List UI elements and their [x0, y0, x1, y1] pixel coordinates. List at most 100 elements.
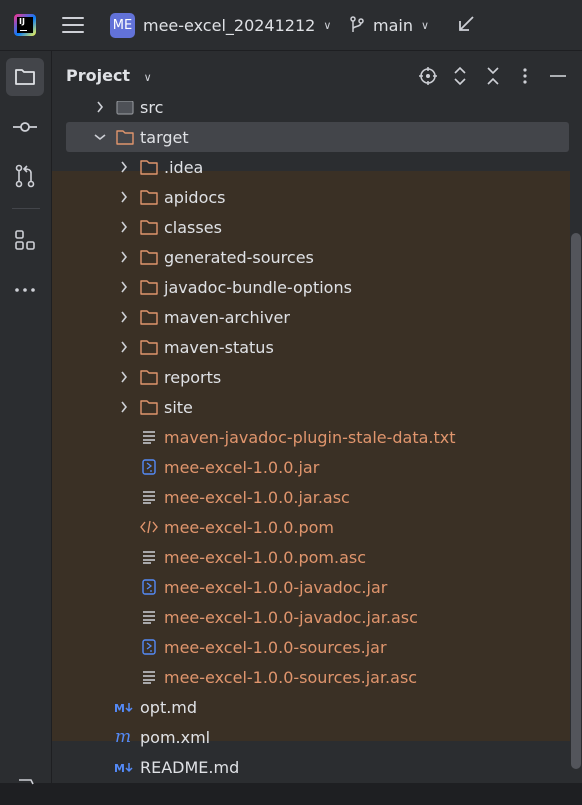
tree-row-file[interactable]: M opt.md: [52, 692, 570, 722]
branch-name: main: [373, 15, 413, 35]
chevron-right-icon[interactable]: [117, 400, 131, 414]
structure-tool-button[interactable]: [6, 221, 44, 259]
tree-row-folder[interactable]: site: [52, 392, 570, 422]
project-panel: Project ∨ src target .idea apidocs class…: [52, 51, 582, 783]
project-switcher[interactable]: mee-excel_20241212 ∨: [143, 15, 331, 35]
tree-row-file[interactable]: maven-javadoc-plugin-stale-data.txt: [52, 422, 570, 452]
tree-label: mee-excel-1.0.0-javadoc.jar: [164, 577, 388, 597]
chevron-right-icon[interactable]: [93, 101, 107, 114]
chevron-down-icon: ∨: [143, 71, 152, 84]
tree-label: mee-excel-1.0.0-sources.jar.asc: [164, 667, 418, 687]
main-menu-icon[interactable]: [62, 15, 84, 35]
branch-switcher[interactable]: main ∨: [349, 15, 429, 35]
chevron-right-icon[interactable]: [117, 280, 131, 294]
markdown-icon: M: [114, 699, 136, 715]
tree-row-file[interactable]: mee-excel-1.0.0-sources.jar: [52, 632, 570, 662]
text-file-icon: [140, 429, 158, 445]
excluded-folder-icon: [116, 129, 134, 145]
chevron-down-icon[interactable]: [93, 130, 107, 144]
text-file-icon: [140, 489, 158, 505]
project-tool-button[interactable]: [6, 58, 44, 96]
tree-label: maven-status: [164, 337, 274, 357]
tree-row-file[interactable]: mee-excel-1.0.0-sources.jar.asc: [52, 662, 570, 692]
tree-label: mee-excel-1.0.0.jar: [164, 457, 320, 477]
project-tree: src target .idea apidocs classes generat…: [52, 101, 582, 783]
tree-row-folder[interactable]: maven-archiver: [52, 302, 570, 332]
tree-label: generated-sources: [164, 247, 314, 267]
collapse-all-icon[interactable]: [483, 66, 503, 86]
tree-row-folder[interactable]: javadoc-bundle-options: [52, 272, 570, 302]
tree-label: apidocs: [164, 187, 226, 207]
chevron-right-icon[interactable]: [117, 160, 131, 174]
excluded-folder-icon: [140, 159, 158, 175]
xml-file-icon: [140, 519, 158, 535]
tree-row-folder[interactable]: maven-status: [52, 332, 570, 362]
markdown-icon: M: [114, 759, 136, 775]
toolstrip-divider: [12, 208, 40, 209]
title-bar: IJ ME mee-excel_20241212 ∨ main ∨: [0, 0, 582, 51]
tree-label: mee-excel-1.0.0-javadoc.jar.asc: [164, 607, 418, 627]
excluded-folder-icon: [140, 189, 158, 205]
expand-all-icon[interactable]: [450, 66, 470, 86]
pull-requests-tool-button[interactable]: [6, 157, 44, 195]
jar-file-icon: [140, 459, 158, 475]
tree-row-folder[interactable]: reports: [52, 362, 570, 392]
excluded-folder-icon: [140, 339, 158, 355]
chevron-right-icon[interactable]: [117, 340, 131, 354]
excluded-folder-icon: [140, 399, 158, 415]
tree-label: maven-javadoc-plugin-stale-data.txt: [164, 427, 456, 447]
text-file-icon: [140, 669, 158, 685]
excluded-folder-icon: [140, 369, 158, 385]
chevron-right-icon[interactable]: [117, 310, 131, 324]
chevron-down-icon: ∨: [420, 18, 430, 32]
tree-row-file[interactable]: mee-excel-1.0.0.jar.asc: [52, 482, 570, 512]
tree-row-folder[interactable]: apidocs: [52, 182, 570, 212]
tree-row-file[interactable]: m pom.xml: [52, 722, 570, 752]
tree-row-src[interactable]: src: [52, 101, 570, 122]
bottom-tool-button[interactable]: [6, 767, 44, 805]
chevron-down-icon: ∨: [323, 18, 332, 32]
tree-row-file[interactable]: M README.md: [52, 752, 570, 782]
chevron-right-icon[interactable]: [117, 220, 131, 234]
more-icon: [15, 288, 35, 292]
tree-label: mee-excel-1.0.0.pom: [164, 517, 334, 537]
tree-row-target[interactable]: target: [66, 122, 569, 152]
project-view-selector[interactable]: Project ∨: [66, 66, 152, 85]
chevron-right-icon[interactable]: [117, 190, 131, 204]
tree-label: javadoc-bundle-options: [164, 277, 352, 297]
tree-row-folder[interactable]: .idea: [52, 152, 570, 182]
text-file-icon: [140, 609, 158, 625]
source-folder-icon: [116, 101, 134, 115]
tree-label: classes: [164, 217, 222, 237]
tree-row-file[interactable]: mee-excel-1.0.0.pom: [52, 512, 570, 542]
options-icon[interactable]: [515, 66, 535, 86]
tree-row-file[interactable]: mee-excel-1.0.0-javadoc.jar: [52, 572, 570, 602]
tree-row-folder[interactable]: classes: [52, 212, 570, 242]
select-opened-file-icon[interactable]: [418, 66, 438, 86]
panel-title: Project: [66, 66, 131, 85]
vcs-update-icon[interactable]: [456, 14, 476, 34]
more-tool-windows-button[interactable]: [6, 271, 44, 309]
chevron-right-icon[interactable]: [117, 370, 131, 384]
structure-icon: [15, 230, 35, 250]
tree-label: mee-excel-1.0.0-sources.jar: [164, 637, 387, 657]
tree-label: src: [140, 101, 164, 117]
intellij-logo-icon[interactable]: IJ: [14, 14, 36, 36]
tree-row-file[interactable]: mee-excel-1.0.0.jar: [52, 452, 570, 482]
project-badge[interactable]: ME: [110, 13, 135, 38]
text-file-icon: [140, 549, 158, 565]
tree-label: README.md: [140, 757, 240, 777]
commit-tool-button[interactable]: [6, 108, 44, 146]
chevron-right-icon[interactable]: [117, 250, 131, 264]
tree-row-folder[interactable]: generated-sources: [52, 242, 570, 272]
svg-text:M: M: [114, 702, 125, 713]
svg-text:m: m: [115, 729, 131, 745]
tool-window-strip: [0, 51, 52, 785]
commit-icon: [13, 122, 37, 132]
tree-row-file[interactable]: mee-excel-1.0.0-javadoc.jar.asc: [52, 602, 570, 632]
tree-label: .idea: [164, 157, 204, 177]
hide-panel-icon[interactable]: [548, 66, 568, 86]
vertical-scrollbar[interactable]: [571, 233, 581, 769]
tree-row-file[interactable]: mee-excel-1.0.0.pom.asc: [52, 542, 570, 572]
tree-label: opt.md: [140, 697, 198, 717]
